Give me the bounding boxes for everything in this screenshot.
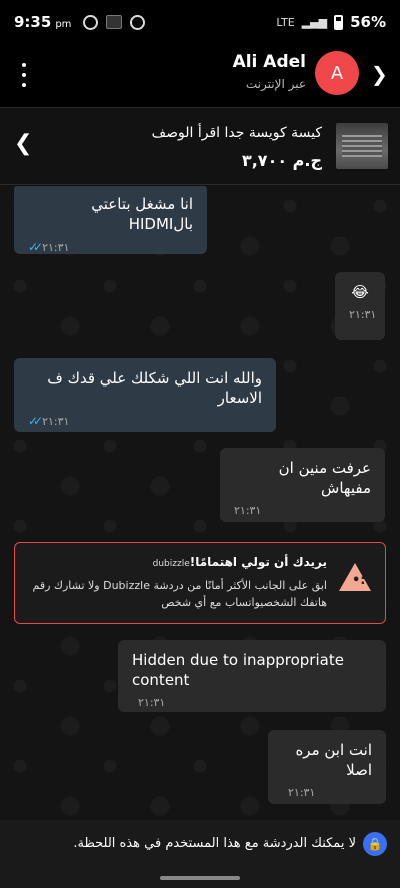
listing-card[interactable]: ❮ كيسة كويسة جدا اقرأ الوصف ج.م ٣,٧٠٠: [0, 109, 400, 185]
dubizzle-logo: dubizzle: [152, 559, 190, 569]
message-meta: ٢١:٣١: [349, 308, 376, 321]
message-text: عرفت منين ان مفيهاش: [278, 459, 371, 497]
user-name[interactable]: Ali Adel: [233, 52, 306, 72]
message-bubble[interactable]: Hidden due to inappropriate content ٢١:٣…: [118, 640, 386, 712]
warning-title: يريدك أن تولي اهتمامًا!dubizzle: [152, 555, 327, 569]
listing-price: ج.م ٣,٧٠٠: [241, 151, 322, 170]
more-options-button[interactable]: [16, 60, 32, 90]
chevron-left-icon[interactable]: ❮: [14, 131, 32, 156]
listing-thumbnail: [336, 123, 388, 169]
notification-icons: [83, 14, 146, 30]
message-text: انا مشغل بتاعتي بالHIDMI: [91, 195, 193, 233]
status-time: 9:35 pm: [14, 13, 72, 31]
message-text: 😂: [351, 283, 369, 301]
message-bubble[interactable]: انت ابن مره اصلا ٢١:٣١: [268, 730, 386, 804]
message-meta: ✓✓ ٢١:٣١: [28, 414, 262, 428]
message-bubble[interactable]: 😂 ٢١:٣١: [335, 272, 385, 340]
message-meta: ٢١:٣١: [282, 786, 372, 799]
battery-percent: 56%: [350, 13, 386, 31]
safety-warning: •: يريدك أن تولي اهتمامًا!dubizzle ابق ع…: [14, 542, 386, 624]
message-time: ٢١:٣١: [42, 414, 70, 428]
lock-icon: 🔒: [363, 832, 387, 856]
message-text: انت ابن مره اصلا: [295, 741, 372, 779]
notification-icon: [83, 14, 99, 30]
blocked-message: لا يمكنك الدردشة مع هذا المستخدم في هذه …: [73, 836, 356, 851]
message-bubble[interactable]: والله انت اللي شكلك علي قدك ف الاسعار ✓✓…: [14, 358, 276, 432]
message-bubble[interactable]: عرفت منين ان مفيهاش ٢١:٣١: [220, 448, 385, 522]
user-status: عبر الإنترنت: [245, 77, 306, 91]
avatar[interactable]: A: [315, 51, 359, 95]
message-time: ٢١:٣١: [234, 504, 262, 517]
message-text: Hidden due to inappropriate content: [132, 651, 344, 689]
back-chevron-icon[interactable]: ❯: [371, 62, 388, 86]
notification-icon: [106, 15, 123, 29]
message-meta: ٢١:٣١: [234, 504, 371, 517]
message-bubble[interactable]: انا مشغل بتاعتي بالHIDMI ✓✓ ٢١:٣١: [14, 186, 207, 254]
listing-title: كيسة كويسة جدا اقرأ الوصف: [151, 125, 322, 141]
chat-header: Ali Adel عبر الإنترنت A ❯: [0, 44, 400, 108]
system-icons: LTE ▂▄▆ 56%: [276, 13, 386, 31]
double-check-icon: ✓✓: [28, 240, 43, 254]
notification-icon: [130, 14, 146, 30]
message-text: والله انت اللي شكلك علي قدك ف الاسعار: [47, 369, 262, 407]
home-indicator[interactable]: [160, 876, 240, 880]
warning-body: ابق على الجانب الأكثر أمانًا من دردشة Du…: [32, 579, 327, 609]
chat-area[interactable]: انا مشغل بتاعتي بالHIDMI ✓✓ ٢١:٣١ 😂 ٢١:٣١…: [0, 186, 400, 820]
message-time: ٢١:٣١: [288, 786, 316, 799]
battery-icon: [334, 14, 344, 30]
network-label: LTE: [276, 15, 295, 29]
status-bar: 9:35 pm LTE ▂▄▆ 56%: [0, 0, 400, 44]
message-time: ٢١:٣١: [138, 696, 166, 709]
message-meta: ٢١:٣١: [132, 696, 372, 709]
message-meta: ✓✓ ٢١:٣١: [28, 240, 193, 254]
warning-icon: •:: [339, 563, 371, 591]
signal-icon: ▂▄▆: [301, 15, 328, 29]
message-time: ٢١:٣١: [349, 308, 377, 321]
double-check-icon: ✓✓: [28, 414, 43, 428]
message-time: ٢١:٣١: [42, 240, 70, 254]
chat-blocked-footer: لا يمكنك الدردشة مع هذا المستخدم في هذه …: [0, 820, 400, 888]
